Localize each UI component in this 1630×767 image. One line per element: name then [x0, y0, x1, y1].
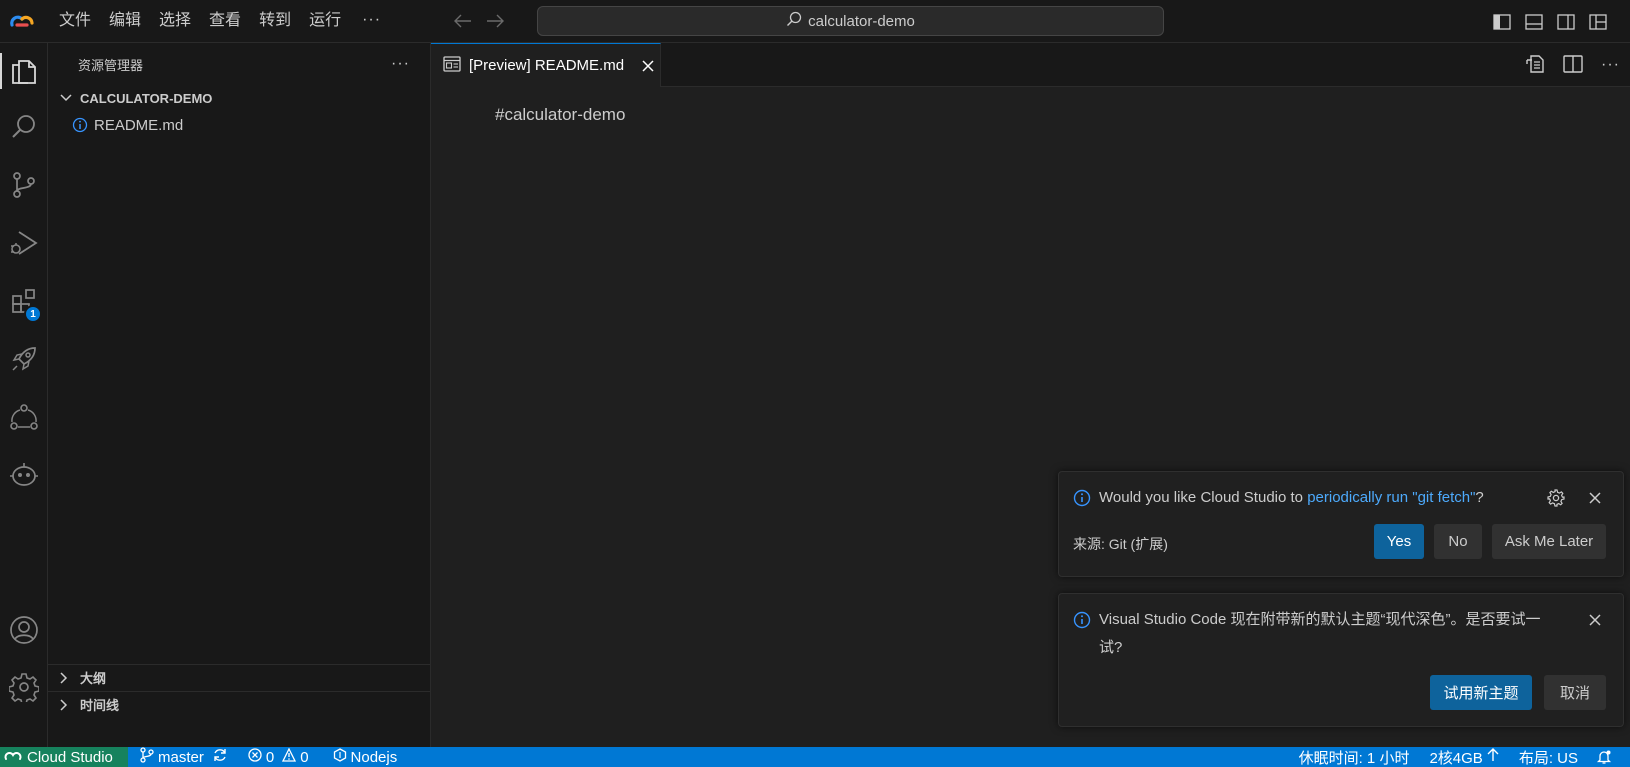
menu-view[interactable]: 查看	[200, 7, 250, 35]
search-icon	[786, 11, 802, 31]
status-right: 休眠时间: 1 小时 2核4GB 布局: US	[1293, 747, 1618, 767]
open-source-icon[interactable]	[1525, 54, 1545, 77]
warning-count: 0	[300, 748, 309, 766]
keyboard-layout[interactable]: 布局: US	[1513, 747, 1584, 767]
cloud-studio-icon	[4, 749, 22, 766]
navigation-arrows	[453, 11, 505, 31]
file-label: README.md	[94, 116, 184, 134]
runtime-label: Nodejs	[350, 748, 398, 766]
extensions-icon[interactable]: 1	[0, 277, 48, 325]
notification-source: 来源: Git (扩展)	[1073, 536, 1168, 552]
toggle-primary-sidebar-icon[interactable]	[1492, 12, 1512, 32]
file-readme[interactable]: README.md	[48, 114, 430, 136]
menu-selection[interactable]: 选择	[150, 7, 200, 35]
customize-layout-icon[interactable]	[1588, 12, 1608, 32]
command-center-search[interactable]: calculator-demo	[537, 6, 1164, 36]
gear-icon[interactable]	[1547, 489, 1565, 507]
sidebar-header: 资源管理器 ···	[48, 43, 430, 85]
sidebar-title: 资源管理器	[78, 57, 144, 73]
search-icon[interactable]	[0, 103, 48, 151]
no-button[interactable]: No	[1434, 524, 1482, 559]
error-icon	[248, 748, 262, 766]
preview-content: #calculator-demo	[495, 105, 626, 124]
resources-indicator[interactable]: 2核4GB	[1423, 747, 1504, 767]
git-fetch-link[interactable]: periodically run "git fetch"	[1307, 489, 1475, 506]
info-file-icon	[72, 117, 88, 133]
problems-indicator[interactable]: 0 0	[242, 747, 315, 767]
explorer-sidebar: 资源管理器 ··· CALCULATOR-DEMO README.md 大纲 时…	[48, 43, 431, 747]
split-editor-icon[interactable]	[1563, 54, 1583, 76]
menu-run[interactable]: 运行	[300, 7, 350, 35]
editor-actions: ···	[1525, 43, 1620, 87]
vscode-window: 文件 编辑 选择 查看 转到 运行 ··· calculator-demo 1 …	[0, 0, 1630, 767]
theme-notification: Visual Studio Code 现在附带新的默认主题“现代深色”。是否要试…	[1058, 593, 1624, 727]
activity-bar: 1	[0, 43, 48, 747]
robot-icon[interactable]	[0, 451, 48, 499]
sleep-timer[interactable]: 休眠时间: 1 小时	[1293, 747, 1416, 767]
toggle-panel-icon[interactable]	[1524, 12, 1544, 32]
remote-indicator[interactable]: Cloud Studio	[0, 747, 128, 767]
cloud-studio-logo-icon[interactable]	[4, 0, 40, 43]
layout-controls	[1492, 0, 1608, 43]
close-icon[interactable]	[642, 59, 654, 72]
cancel-button[interactable]: 取消	[1544, 675, 1606, 710]
sync-icon[interactable]	[212, 747, 228, 767]
nodejs-icon	[333, 748, 347, 766]
menu-file[interactable]: 文件	[50, 7, 100, 35]
close-icon[interactable]	[1587, 490, 1603, 506]
folder-calculator-demo[interactable]: CALCULATOR-DEMO	[48, 87, 430, 109]
search-text: calculator-demo	[808, 12, 915, 30]
info-icon	[1073, 489, 1091, 507]
outline-label: 大纲	[80, 671, 107, 686]
menu-bar: 文件 编辑 选择 查看 转到 运行 ···	[50, 7, 393, 35]
ask-me-later-button[interactable]: Ask Me Later	[1492, 524, 1606, 559]
toggle-secondary-sidebar-icon[interactable]	[1556, 12, 1576, 32]
arrow-up-icon	[1487, 748, 1499, 766]
branch-icon	[140, 747, 154, 767]
warning-icon	[282, 747, 297, 766]
tab-label: [Preview] README.md	[469, 57, 625, 74]
back-arrow-icon[interactable]	[453, 11, 473, 31]
explorer-icon[interactable]	[0, 47, 48, 95]
git-fetch-notification: Would you like Cloud Studio to periodica…	[1058, 471, 1624, 577]
notification-message: Visual Studio Code 现在附带新的默认主题“现代深色”。是否要试…	[1099, 611, 1541, 656]
settings-icon[interactable]	[0, 663, 48, 711]
menu-go[interactable]: 转到	[250, 7, 300, 35]
rocket-icon[interactable]	[0, 335, 48, 383]
menu-edit[interactable]: 编辑	[100, 7, 150, 35]
branch-label: master	[158, 748, 204, 766]
outline-section[interactable]: 大纲	[48, 664, 430, 690]
try-new-theme-button[interactable]: 试用新主题	[1430, 675, 1532, 710]
chevron-right-icon	[60, 698, 76, 711]
runtime-indicator[interactable]: Nodejs	[327, 747, 404, 767]
preview-icon	[443, 55, 461, 76]
yes-button[interactable]: Yes	[1374, 524, 1424, 559]
share-icon[interactable]	[0, 393, 48, 441]
timeline-label: 时间线	[80, 698, 120, 713]
chevron-right-icon	[60, 671, 76, 684]
folder-label: CALCULATOR-DEMO	[80, 90, 213, 106]
source-control-icon[interactable]	[0, 161, 48, 209]
more-actions-button[interactable]: ···	[1601, 56, 1620, 74]
info-icon	[1073, 611, 1091, 629]
run-debug-icon[interactable]	[0, 219, 48, 267]
forward-arrow-icon[interactable]	[485, 11, 505, 31]
extensions-badge: 1	[24, 305, 42, 323]
notifications-bell-icon[interactable]	[1590, 747, 1618, 767]
timeline-section[interactable]: 时间线	[48, 691, 430, 717]
chevron-down-icon	[60, 94, 76, 102]
close-icon[interactable]	[1587, 612, 1603, 628]
account-icon[interactable]	[0, 606, 48, 654]
status-bar: Cloud Studio master 0 0 Nodejs 休眠时间: 1 小…	[0, 747, 1630, 767]
error-count: 0	[265, 748, 275, 766]
sidebar-more-button[interactable]: ···	[391, 55, 410, 73]
title-bar: 文件 编辑 选择 查看 转到 运行 ··· calculator-demo	[0, 0, 1630, 43]
remote-label: Cloud Studio	[27, 748, 113, 766]
notification-message: Would you like Cloud Studio to periodica…	[1099, 489, 1484, 506]
tab-preview-readme[interactable]: [Preview] README.md	[431, 43, 661, 87]
branch-indicator[interactable]: master	[134, 747, 234, 767]
tab-bar: [Preview] README.md ···	[431, 43, 1630, 87]
menu-more-button[interactable]: ···	[350, 7, 393, 35]
